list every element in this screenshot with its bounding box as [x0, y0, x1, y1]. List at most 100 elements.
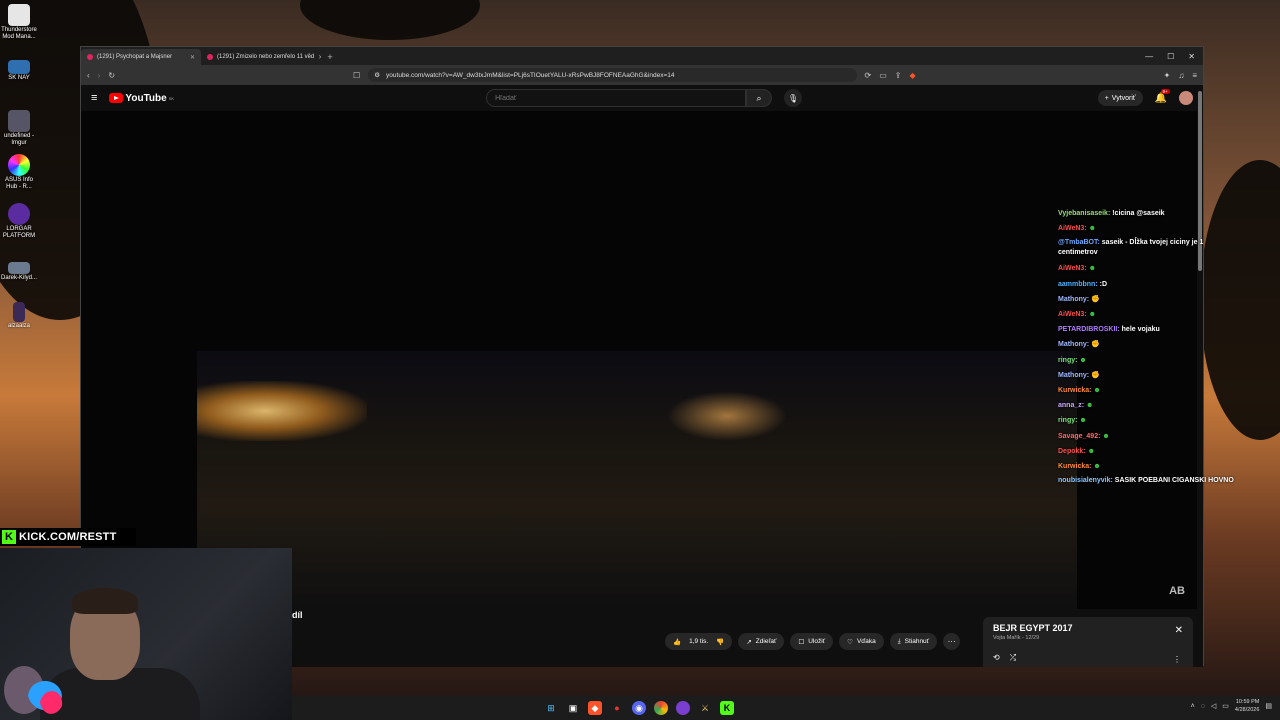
chat-text: ☻ [1102, 432, 1110, 440]
brave-icon[interactable]: ◆ [588, 701, 602, 715]
save-button[interactable]: ☐ Uložiť [790, 633, 834, 650]
chat-message: PETARDIBROSKII: hele vojaku [1058, 322, 1238, 337]
battery-icon[interactable]: ▭ [1222, 702, 1229, 710]
playlist-menu-icon[interactable]: ⋮ [1173, 655, 1181, 664]
loop-icon[interactable]: ⟲ [993, 653, 1000, 663]
chat-message: AiWeN3: ☻ [1058, 221, 1238, 236]
search-input[interactable] [486, 89, 747, 107]
search-button[interactable]: ⌕ [746, 89, 773, 107]
chat-text: ☻ [1093, 387, 1101, 395]
youtube-logo[interactable]: YouTube SK [109, 93, 174, 104]
chat-text: SASIK POEBANI CIGANSKI HOVNO [1114, 477, 1234, 485]
share-label: Zdieľať [755, 638, 777, 645]
chat-username: PETARDIBROSKII: [1058, 326, 1122, 334]
channel-watermark[interactable]: AB [1169, 585, 1185, 597]
palm-silhouette-top [300, 0, 480, 40]
desktop-icon-label: Darek-Kilyd... [0, 275, 37, 281]
chevron-up-icon[interactable]: ˄ [1191, 703, 1195, 710]
forward-icon[interactable]: › [98, 71, 101, 80]
tab-active[interactable]: (1291) Psychopat a Majsner ✕ [81, 49, 201, 65]
like-dislike-button[interactable]: 👍 1,9 tis. 👎 [665, 633, 733, 650]
chat-username: Mathony: [1058, 295, 1092, 303]
like-icon[interactable]: 👍 [673, 638, 681, 646]
cast-icon[interactable]: ▭ [879, 71, 887, 80]
share-icon[interactable]: ⇪ [895, 71, 902, 80]
reload-icon[interactable]: ↻ [108, 71, 115, 80]
chat-message: Mathony: ✊ [1058, 368, 1238, 383]
windows-start-icon[interactable]: ⊞ [544, 701, 558, 715]
extensions-icon[interactable]: ✦ [1164, 71, 1171, 80]
tab-close-icon[interactable]: ✕ [190, 54, 195, 61]
more-actions-button[interactable]: ··· [943, 633, 961, 650]
download-button[interactable]: ⤓ Stiahnuť [889, 633, 938, 650]
like-count: 1,9 tis. [689, 638, 709, 645]
site-info-icon[interactable]: ⚙ [374, 71, 380, 79]
thanks-label: Vďaka [856, 638, 876, 645]
window-controls: — ☐ ✕ [1137, 52, 1203, 65]
volume-icon[interactable]: ◁ [1211, 702, 1216, 710]
clock[interactable]: 10:59 PM 4/28/2026 [1235, 698, 1259, 714]
playlist-close-button[interactable]: ✕ [1175, 625, 1183, 636]
file-icon [8, 262, 30, 274]
chat-username: aammbbnn: [1058, 280, 1100, 288]
share-button[interactable]: ↗ Zdieľať [738, 633, 785, 650]
back-icon[interactable]: ‹ [87, 71, 90, 80]
voice-search-button[interactable]: 🎙 [784, 89, 803, 107]
video-frame [197, 351, 1077, 609]
menu-icon[interactable]: ≡ [1192, 71, 1197, 80]
close-window-button[interactable]: ✕ [1188, 52, 1195, 61]
create-button[interactable]: + Vytvoriť [1097, 90, 1143, 106]
chat-overlay: Vyjebanisaseik: !cicina @saseik AiWeN3: ☻… [1058, 206, 1238, 489]
video-player[interactable]: AB [81, 111, 1199, 609]
obs-icon[interactable] [676, 701, 690, 715]
app-icon [13, 302, 25, 322]
mascot-sticker-icon [4, 666, 63, 714]
desktop-icon[interactable]: SK NAY [0, 60, 38, 82]
network-icon[interactable]: ◌ [1201, 703, 1205, 710]
notifications-tray-icon[interactable]: ▤ [1265, 702, 1272, 710]
thanks-icon: ♡ [847, 638, 853, 646]
playlist-title[interactable]: BEJR EGYPT 2017 [993, 623, 1183, 633]
url-field[interactable]: ⚙ youtube.com/watch?v=AW_dw3txJmM&list=P… [368, 68, 857, 82]
minimize-button[interactable]: — [1145, 52, 1153, 61]
new-tab-button[interactable]: + [321, 52, 339, 65]
save-label: Uložiť [808, 638, 826, 645]
brave-shield-icon[interactable]: ◆ [909, 71, 915, 80]
avatar[interactable] [1179, 91, 1193, 105]
translate-icon[interactable]: ⟳ [865, 71, 872, 80]
distant-lights [667, 391, 787, 441]
desktop-icon[interactable]: Darek-Kilyd... [0, 262, 38, 282]
desktop-icon[interactable]: undefined - Imgur [0, 110, 38, 147]
thanks-button[interactable]: ♡ Vďaka [839, 633, 884, 650]
desktop-icon[interactable]: Thunderstore Mod Mana... [0, 4, 38, 41]
tab-inactive[interactable]: (1291) Zmizelo nebo zemřelo 11 věd ✕ [201, 49, 321, 65]
chat-text: ☻ [1079, 417, 1087, 425]
chrome-icon[interactable] [654, 701, 668, 715]
thunderstore-icon [8, 4, 30, 26]
map-pin-icon[interactable]: ● [610, 701, 624, 715]
task-view-icon[interactable]: ▣ [566, 701, 580, 715]
browser-extensions: ⟳ ▭ ⇪ ◆ ✦ ♫ ≡ [865, 71, 1198, 80]
url-text: youtube.com/watch?v=AW_dw3txJmM&list=PLj… [386, 71, 675, 79]
chat-username: AiWeN3: [1058, 265, 1089, 273]
maximize-button[interactable]: ☐ [1167, 52, 1174, 61]
game-icon[interactable]: ⚔ [698, 701, 712, 715]
desktop-icon[interactable]: alzaalza [0, 302, 38, 330]
desktop-icon[interactable]: ASUS Info Hub - R... [0, 154, 38, 191]
kick-app-icon[interactable]: K [720, 701, 734, 715]
dislike-icon[interactable]: 👎 [716, 638, 724, 646]
kick-url: KICK.COM/RESTT [19, 531, 117, 543]
system-tray: ˄ ◌ ◁ ▭ 10:59 PM 4/28/2026 ▤ [1191, 698, 1272, 714]
discord-icon[interactable]: ◉ [632, 701, 646, 715]
asus-icon [8, 154, 30, 176]
shuffle-icon[interactable]: ⤮ [1010, 653, 1016, 663]
lorgar-icon [8, 203, 30, 225]
hamburger-menu-icon[interactable]: ≡ [91, 92, 97, 104]
desktop-icon[interactable]: LORGAR PLATFORM [0, 203, 38, 240]
search-box: ⌕ [486, 89, 773, 107]
notifications-button[interactable]: 🔔 9+ [1155, 88, 1170, 104]
chat-text: ✊ [1091, 295, 1100, 303]
bookmark-icon[interactable]: ☐ [353, 71, 360, 80]
chat-username: Kurwicka: [1058, 463, 1094, 471]
media-icon[interactable]: ♫ [1178, 71, 1184, 80]
